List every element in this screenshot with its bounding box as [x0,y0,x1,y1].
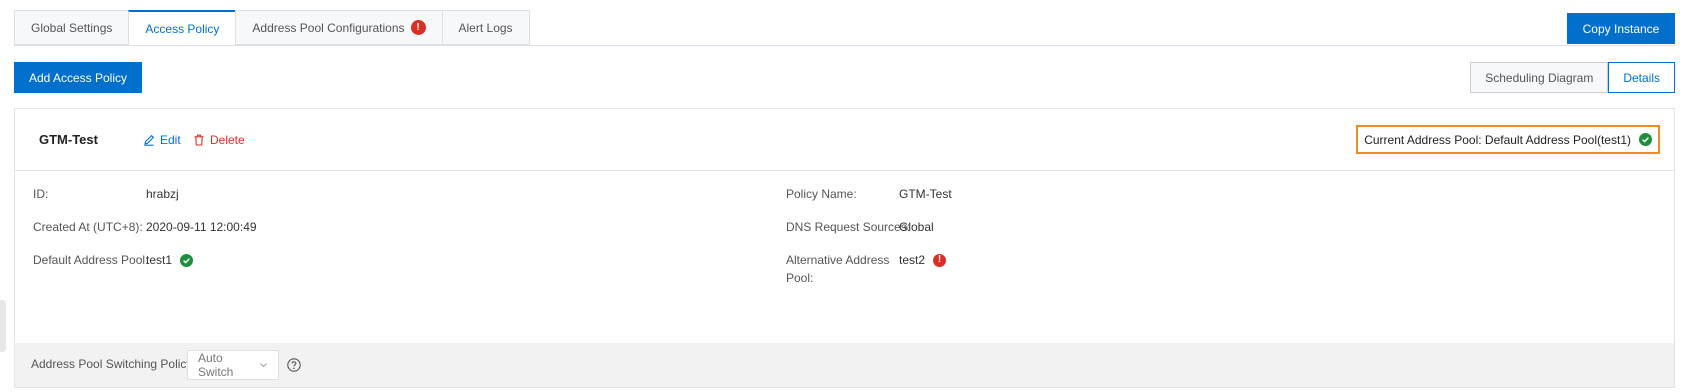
help-icon[interactable] [287,358,301,372]
tab-access-policy[interactable]: Access Policy [128,10,236,46]
default-pool-name: test1 [146,253,173,267]
created-at-label: Created At (UTC+8): [33,220,143,234]
tab-label: Address Pool Configurations [252,20,405,35]
scheduling-diagram-button[interactable]: Scheduling Diagram [1470,62,1609,93]
default-pool-value: test1 [146,251,194,269]
default-pool-label: Default Address Pool: [33,253,149,267]
tab-global-settings[interactable]: Global Settings [14,10,129,45]
delete-link[interactable]: Delete [193,133,245,147]
dns-request-sources-label: DNS Request Sources: [786,220,911,234]
alternative-pool-label: Alternative Address Pool: [786,251,889,287]
add-access-policy-button[interactable]: Add Access Policy [14,62,142,93]
switching-policy-label: Address Pool Switching Policy: [31,357,196,371]
tab-alert-logs[interactable]: Alert Logs [441,10,530,45]
id-label: ID: [33,187,49,201]
delete-label: Delete [210,133,245,147]
alternative-pool-value: test2 ! [899,251,947,269]
edit-label: Edit [160,133,181,147]
check-circle-icon [180,253,194,267]
switching-policy-bar: Address Pool Switching Policy: Auto Swit… [15,343,1674,387]
edit-icon [144,134,155,146]
current-address-pool-indicator: Current Address Pool: Default Address Po… [1356,125,1660,154]
access-policy-card: GTM-Test Edit Delete Current Address Poo… [14,108,1675,388]
tab-bar: Global Settings Access Policy Address Po… [14,10,530,46]
view-toggle: Scheduling Diagram Details [1470,62,1675,93]
switching-policy-value: Auto Switch [198,351,234,379]
policy-name-value: GTM-Test [899,187,952,201]
alternative-pool-label-line1: Alternative Address [786,253,890,267]
details-button[interactable]: Details [1608,62,1675,93]
trash-icon [194,134,204,146]
warning-icon: ! [933,253,947,267]
tab-divider [14,45,1675,46]
chevron-down-icon [260,363,267,368]
copy-instance-button[interactable]: Copy Instance [1567,13,1675,44]
side-panel-handle[interactable] [0,300,6,352]
current-pool-text: Current Address Pool: Default Address Po… [1364,132,1631,147]
dns-request-sources-value: Global [899,220,934,234]
created-at-value: 2020-09-11 12:00:49 [146,220,257,234]
alternative-pool-label-line2: Pool: [786,271,814,285]
check-circle-icon [1639,133,1652,146]
alternative-pool-name: test2 [899,253,926,267]
card-header: GTM-Test Edit Delete Current Address Poo… [15,109,1674,171]
tab-address-pool-configurations[interactable]: Address Pool Configurations ! [235,10,442,45]
policy-title: GTM-Test [39,132,98,147]
policy-name-label: Policy Name: [786,187,857,201]
switching-policy-select[interactable]: Auto Switch [187,350,279,380]
warning-badge-icon: ! [410,20,426,35]
edit-link[interactable]: Edit [143,133,181,147]
id-value: hrabzj [146,187,179,201]
